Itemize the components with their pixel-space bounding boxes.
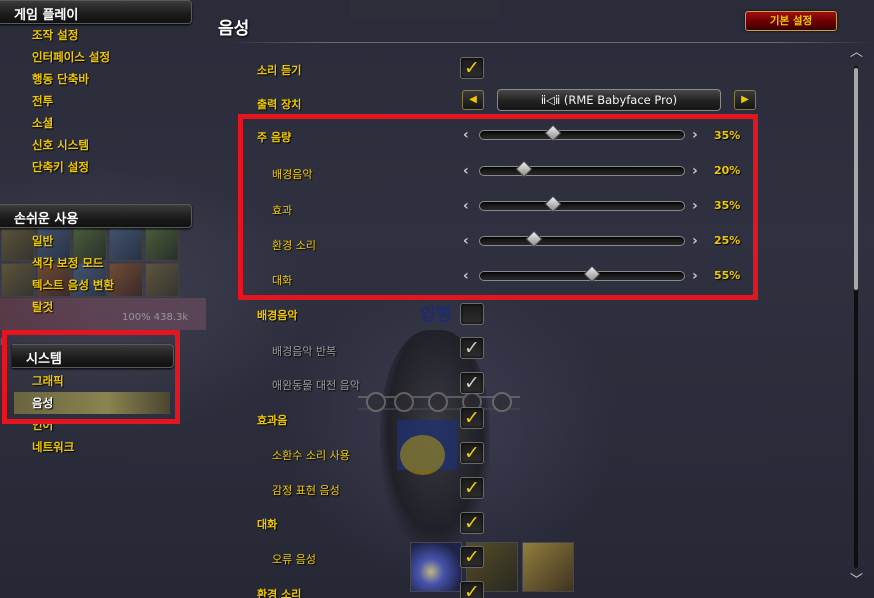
pet-sounds-label: 소환수 소리 사용 <box>272 449 350 462</box>
ambience-checkbox[interactable]: ✓ <box>460 581 484 598</box>
category-header-gameplay[interactable]: 게임 플레이 <box>0 0 192 24</box>
sidebar-item-interface[interactable]: 인터페이스 설정 <box>0 46 196 68</box>
gameplay-category-list: 조작 설정 인터페이스 설정 행동 단축바 전투 소셜 신호 시스템 단축키 설… <box>0 24 196 178</box>
settings-scrollbar[interactable]: ︿ ﹀ <box>846 46 868 592</box>
music-checkbox[interactable] <box>460 303 484 325</box>
checkmark-icon: ✓ <box>464 337 480 359</box>
checkmark-icon: ✓ <box>464 407 480 429</box>
scroll-down-icon[interactable]: ﹀ <box>850 574 863 588</box>
page-title: 음성 <box>218 19 250 39</box>
sidebar-item-colorblind-mode[interactable]: 색각 보정 모드 <box>0 252 196 274</box>
checkmark-icon: ✓ <box>464 477 480 499</box>
error-sounds-label: 오류 음성 <box>272 553 316 566</box>
title-divider <box>228 42 874 43</box>
checkmark-icon: ✓ <box>464 442 480 464</box>
annotation-highlight-volume <box>238 114 758 300</box>
checkmark-icon: ✓ <box>464 581 480 598</box>
pet-sounds-checkbox[interactable]: ✓ <box>460 442 484 464</box>
audio-settings-panel: 음성 기본 설정 소리 듣기 ✓ 출력 장치 ◀ ⅱ◁ⅱ (RME Babyfa… <box>196 0 874 598</box>
sidebar-item-general[interactable]: 일반 <box>0 230 196 252</box>
music-label: 배경음악 <box>257 309 298 322</box>
sidebar-item-controls[interactable]: 조작 설정 <box>0 24 196 46</box>
sidebar-item-social[interactable]: 소셜 <box>0 112 196 134</box>
enable-sound-label: 소리 듣기 <box>257 64 302 77</box>
output-device-next-button[interactable]: ▶ <box>734 90 756 110</box>
sidebar-item-action-bars[interactable]: 행동 단축바 <box>0 68 196 90</box>
arrow-left-icon: ◀ <box>469 94 477 105</box>
error-sounds-checkbox[interactable]: ✓ <box>460 546 484 568</box>
restore-defaults-button[interactable]: 기본 설정 <box>745 11 837 31</box>
sidebar-item-text-to-speech[interactable]: 텍스트 음성 변환 <box>0 274 196 296</box>
checkmark-icon: ✓ <box>464 57 480 79</box>
output-device-dropdown[interactable]: ⅱ◁ⅱ (RME Babyface Pro) <box>497 89 721 111</box>
annotation-highlight-system-audio <box>2 330 180 424</box>
scroll-up-icon[interactable]: ︿ <box>850 46 863 60</box>
sound-effects-label: 효과음 <box>257 414 288 427</box>
loop-music-checkbox[interactable]: ✓ <box>460 337 484 359</box>
pet-battle-music-label: 애완동물 대전 음악 <box>272 379 360 392</box>
loop-music-label: 배경음악 반복 <box>272 345 337 358</box>
pet-battle-music-checkbox[interactable]: ✓ <box>460 372 484 394</box>
checkmark-icon: ✓ <box>464 546 480 568</box>
scroll-thumb[interactable] <box>854 68 858 290</box>
sidebar-item-network[interactable]: 네트워크 <box>0 436 196 458</box>
settings-category-sidebar: 게임 플레이 조작 설정 인터페이스 설정 행동 단축바 전투 소셜 신호 시스… <box>0 0 206 598</box>
accessibility-category-list: 일반 색각 보정 모드 텍스트 음성 변환 탈것 <box>0 230 196 318</box>
sidebar-item-ping-system[interactable]: 신호 시스템 <box>0 134 196 156</box>
checkmark-icon: ✓ <box>464 512 480 534</box>
output-device-label: 출력 장치 <box>257 98 302 111</box>
emote-sounds-label: 감정 표현 음성 <box>272 484 340 497</box>
output-device-prev-button[interactable]: ◀ <box>462 90 484 110</box>
dialog-checkbox[interactable]: ✓ <box>460 512 484 534</box>
dialog-label: 대화 <box>257 518 278 531</box>
sidebar-item-combat[interactable]: 전투 <box>0 90 196 112</box>
emote-sounds-checkbox[interactable]: ✓ <box>460 477 484 499</box>
sound-effects-checkbox[interactable]: ✓ <box>460 407 484 429</box>
ambience-label: 환경 소리 <box>257 588 302 598</box>
arrow-right-icon: ▶ <box>741 94 749 105</box>
sidebar-item-mounts[interactable]: 탈것 <box>0 296 196 318</box>
sidebar-item-keybindings[interactable]: 단축키 설정 <box>0 156 196 178</box>
category-header-accessibility[interactable]: 손쉬운 사용 <box>0 204 192 228</box>
enable-sound-checkbox[interactable]: ✓ <box>460 57 484 79</box>
checkmark-icon: ✓ <box>464 372 480 394</box>
